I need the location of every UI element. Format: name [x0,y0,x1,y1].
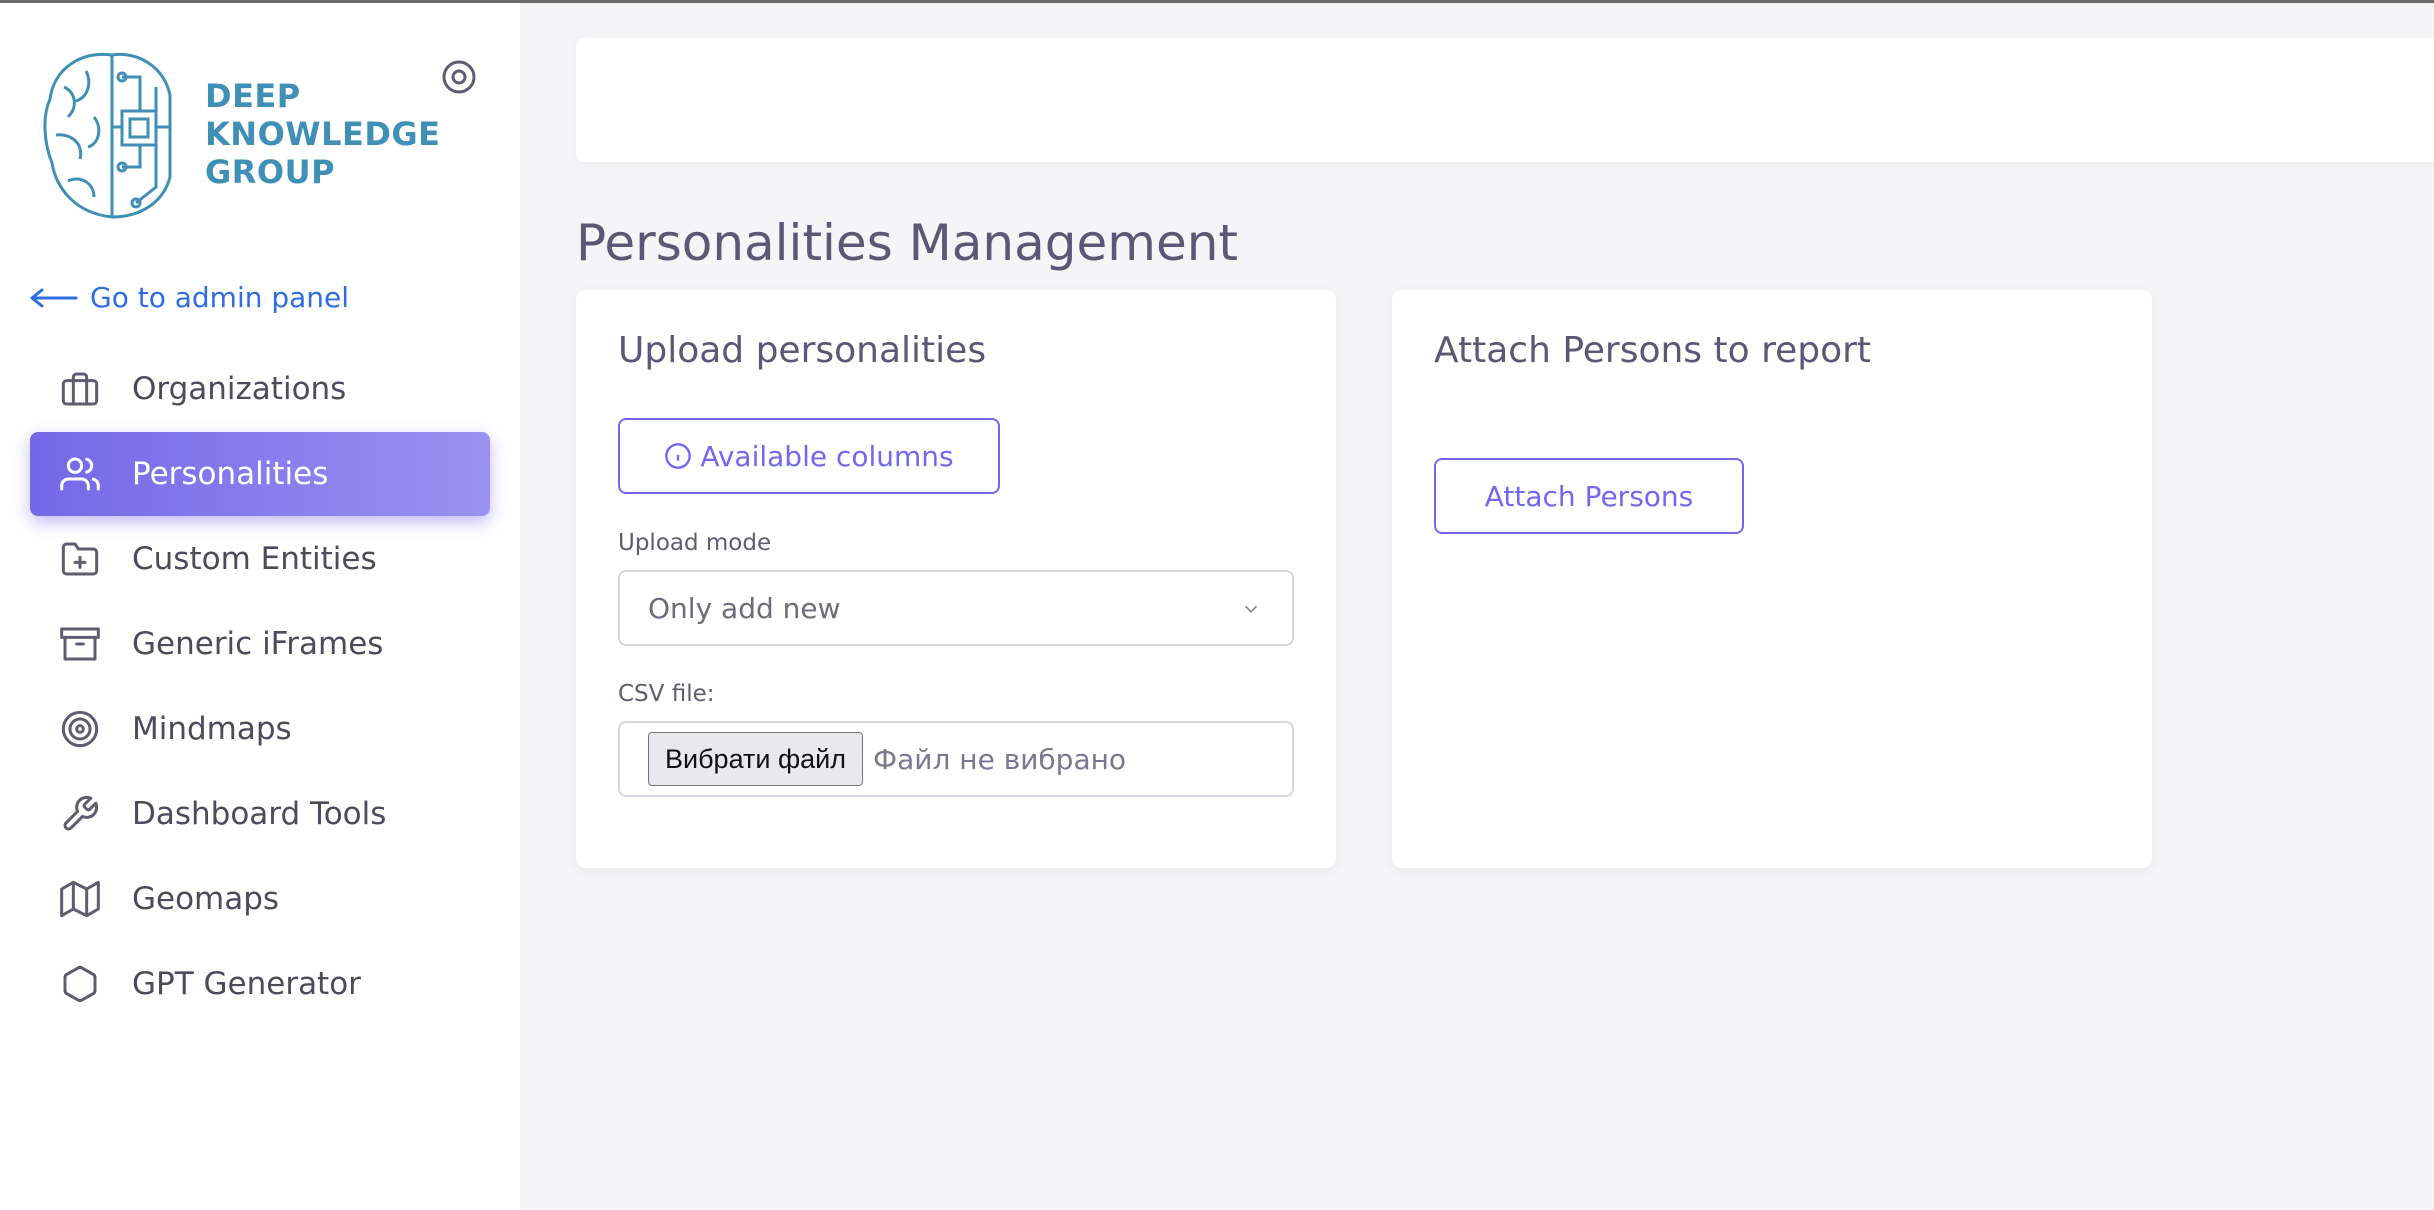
sidebar-item-label: GPT Generator [132,966,361,1002]
sidebar: DEEP KNOWLEDGE GROUP Go to admin panel O… [0,3,520,1210]
back-link-label: Go to admin panel [90,281,350,314]
sidebar-item-dashboard-tools[interactable]: Dashboard Tools [30,772,490,856]
briefcase-icon [58,367,102,411]
brand-name-line: GROUP [205,153,336,191]
target-icon [58,707,102,751]
arrow-left-icon [30,288,78,307]
top-navbar [576,38,2434,162]
card-title: Upload personalities [618,330,987,371]
sidebar-item-organizations[interactable]: Organizations [30,347,490,431]
sidebar-item-label: Geomaps [132,881,280,917]
brain-logo-icon [43,52,172,219]
sidebar-collapse-toggle[interactable] [441,59,477,95]
available-columns-label: Available columns [700,439,954,473]
card-title: Attach Persons to report [1434,330,1872,371]
info-icon [665,443,692,469]
brand-logo[interactable]: DEEP KNOWLEDGE GROUP [40,47,440,225]
sidebar-item-geomaps[interactable]: Geomaps [30,857,490,941]
choose-file-button[interactable]: Вибрати файл [648,732,864,786]
csv-file-input[interactable]: Вибрати файл Файл не вибрано [618,721,1294,797]
available-columns-button[interactable]: Available columns [618,418,1000,494]
sidebar-item-custom-entities[interactable]: Custom Entities [30,517,490,601]
wrench-icon [58,792,102,836]
attach-persons-button[interactable]: Attach Persons [1434,458,1744,534]
csv-file-label: CSV file: [618,681,715,707]
sidebar-item-personalities[interactable]: Personalities [30,432,490,516]
upload-personalities-card: Upload personalities Available columns U… [576,290,1336,868]
map-icon [58,877,102,921]
sidebar-item-mindmaps[interactable]: Mindmaps [30,687,490,771]
hexagon-icon [58,962,102,1006]
sidebar-item-label: Mindmaps [132,711,292,747]
sidebar-item-label: Organizations [132,371,347,407]
page-title: Personalities Management [576,214,1239,272]
sidebar-item-label: Personalities [132,456,329,492]
sidebar-nav: Organizations Personalities Custom Entit… [30,347,490,1027]
upload-mode-value: Only add new [648,591,841,625]
users-icon [58,452,102,496]
attach-persons-card: Attach Persons to report Attach Persons [1392,290,2152,868]
file-status-text: Файл не вибрано [873,742,1127,776]
circle-dot-icon [442,60,476,94]
sidebar-item-label: Dashboard Tools [132,796,387,832]
sidebar-item-gpt-generator[interactable]: GPT Generator [30,942,490,1026]
chevron-down-icon [1244,605,1258,614]
go-to-admin-panel-link[interactable]: Go to admin panel [28,281,349,314]
folder-plus-icon [58,537,102,581]
archive-icon [58,622,102,666]
brand-name-line: KNOWLEDGE [205,115,441,153]
sidebar-item-label: Custom Entities [132,541,377,577]
sidebar-item-label: Generic iFrames [132,626,384,662]
brand-name: DEEP KNOWLEDGE GROUP [205,77,441,191]
upload-mode-select[interactable]: Only add new [618,570,1294,646]
upload-mode-label: Upload mode [618,530,772,556]
brand-name-line: DEEP [205,77,301,115]
sidebar-item-generic-iframes[interactable]: Generic iFrames [30,602,490,686]
